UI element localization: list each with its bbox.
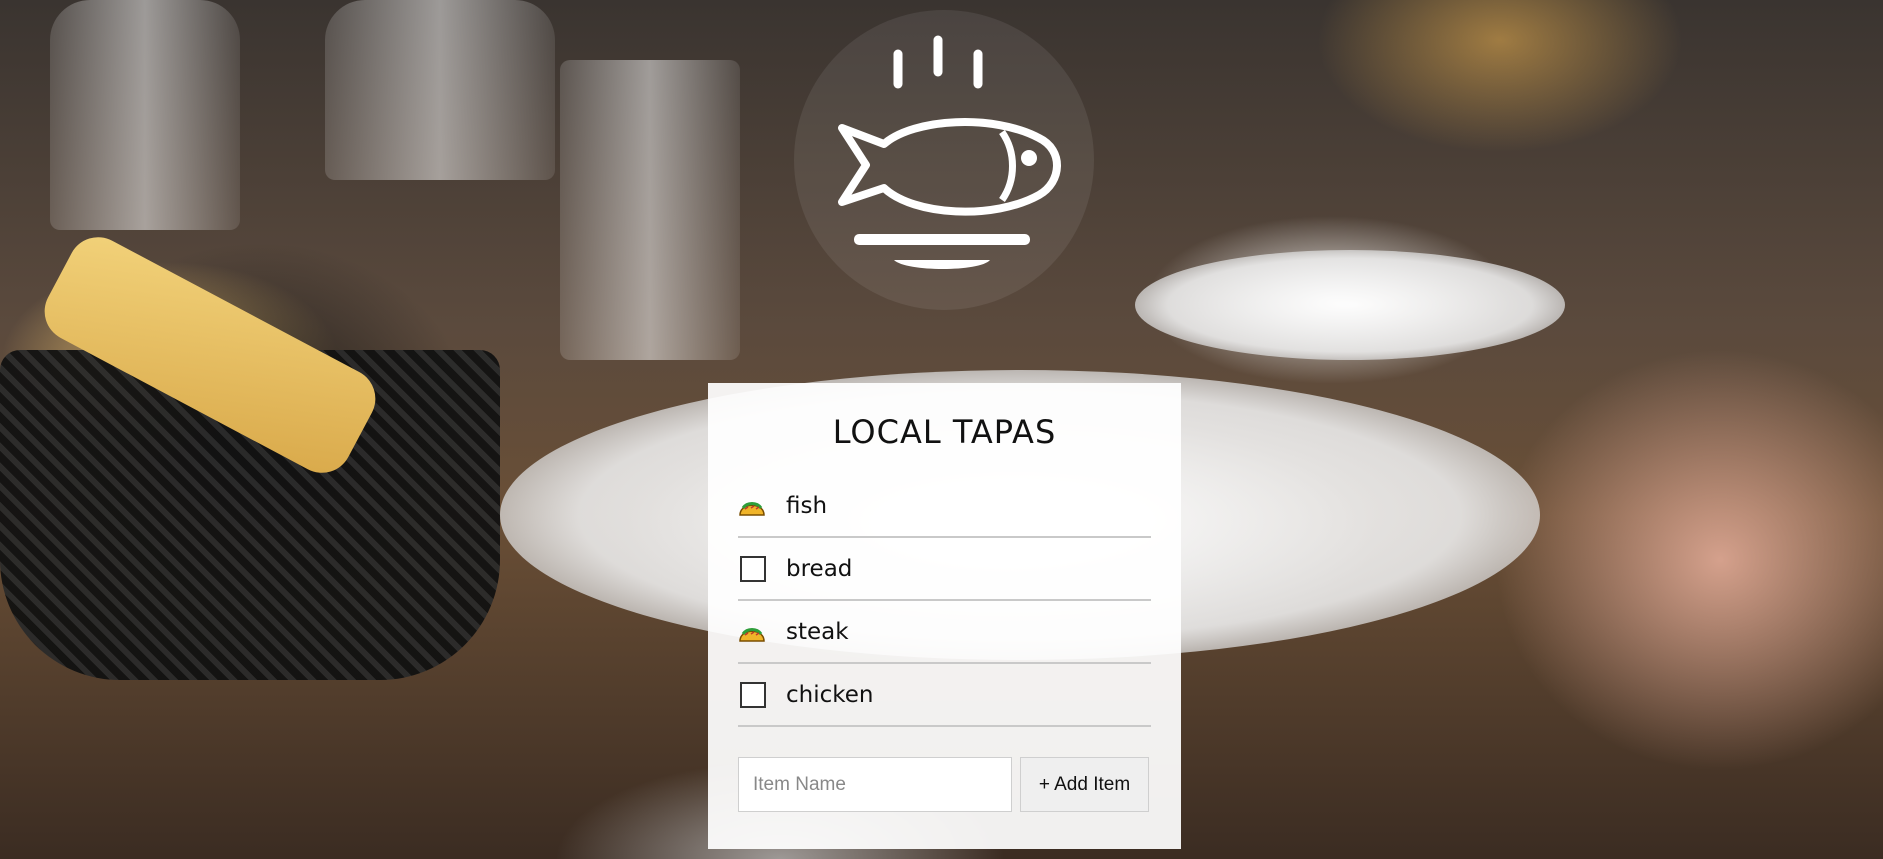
water-glass bbox=[560, 60, 740, 360]
item-name-input[interactable] bbox=[738, 757, 1012, 812]
list-item[interactable]: bread bbox=[738, 538, 1151, 601]
add-item-form: + Add Item bbox=[738, 757, 1151, 812]
list-item[interactable]: chicken bbox=[738, 664, 1151, 727]
checkbox[interactable] bbox=[740, 681, 766, 708]
logo bbox=[794, 10, 1094, 310]
list-item-label: steak bbox=[786, 618, 849, 645]
list-item-label: fish bbox=[786, 492, 828, 519]
background-photo: LOCAL TAPAS fish bread steak chicken Ite… bbox=[0, 0, 1883, 859]
taco-icon[interactable] bbox=[738, 493, 766, 519]
page-title: LOCAL TAPAS bbox=[832, 413, 1057, 451]
tapas-list-card: LOCAL TAPAS fish bread steak chicken Ite… bbox=[708, 383, 1181, 849]
wine-glass-left bbox=[50, 0, 240, 230]
taco-icon[interactable] bbox=[738, 619, 766, 645]
list-item-label: bread bbox=[786, 555, 853, 582]
fish-on-plate-icon bbox=[838, 35, 1061, 269]
plate-back bbox=[1135, 250, 1565, 360]
list-item[interactable]: steak bbox=[738, 601, 1151, 664]
add-item-button[interactable]: + Add Item bbox=[1020, 757, 1149, 812]
list-item-label: chicken bbox=[786, 681, 874, 708]
wine-glass-center bbox=[325, 0, 555, 180]
list-item[interactable]: fish bbox=[738, 475, 1151, 538]
checkbox[interactable] bbox=[740, 555, 766, 582]
